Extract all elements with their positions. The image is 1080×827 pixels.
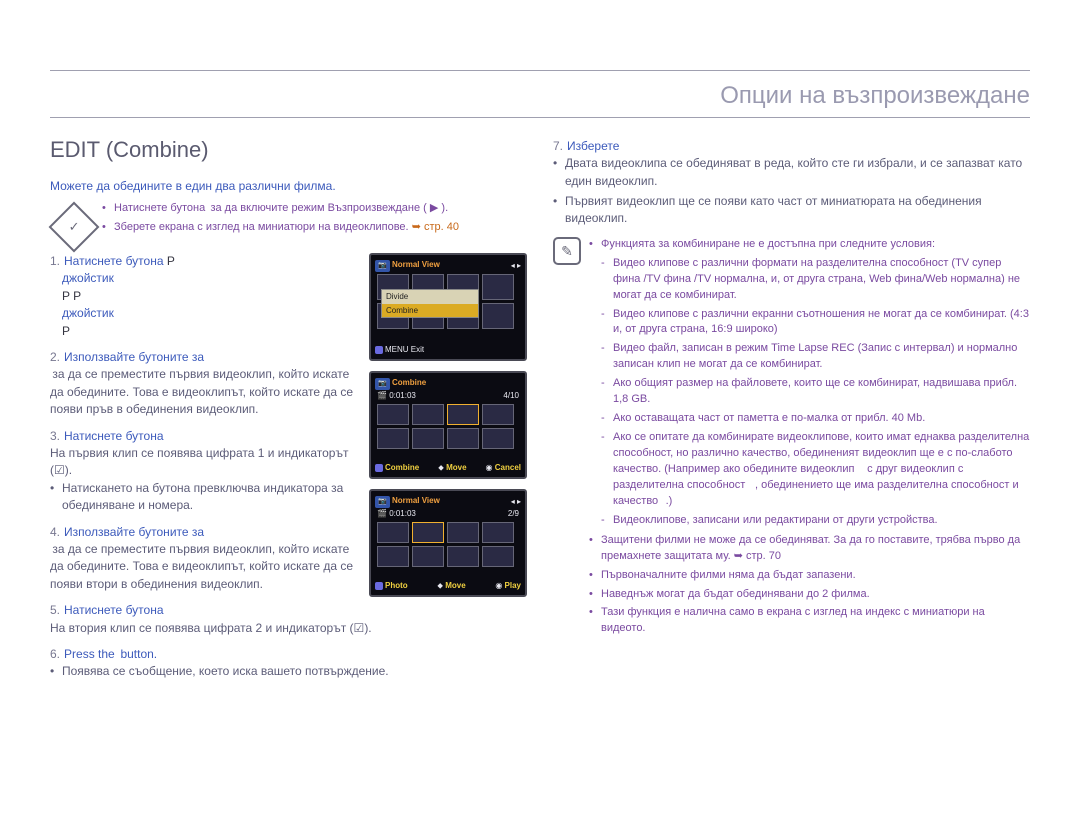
step-5: 5.Натиснете бутона На втория клип се поя…	[50, 602, 527, 637]
section-title: Опции на възпроизвеждане	[720, 79, 1030, 114]
note-bullet: Защитени филми не може да се обединяват.…	[589, 533, 1030, 565]
screenshot-combine-grid: 📷 Combine 🎬 0:01:03 4/10 Combine	[369, 371, 527, 479]
note-bullet: Тази функция е налична само в екрана с и…	[589, 605, 1030, 637]
step-6-bullet: Появява се съобщение, което иска вашето …	[50, 663, 527, 680]
step-3-bullet: Натискането на бутона превключва индикат…	[50, 480, 527, 515]
pre-bullet: Зберете екрана с изглед на миниатюри на …	[102, 220, 527, 236]
check-icon: ✓	[49, 202, 100, 253]
note-dash: Видеоклипове, записани или редактирани о…	[601, 513, 1030, 529]
page-title: EDIT (Combine)	[50, 134, 527, 166]
step-7-bullet: Първият видеоклип ще се появи като част …	[553, 193, 1030, 228]
note-bullet: Наведнъж могат да бъдат обединявани до 2…	[589, 587, 1030, 603]
note-intro: Функцията за комбиниране не е достъпна п…	[589, 237, 1030, 253]
screenshot-normal-view-menu: 📷 Normal View ◂ ▸ Divide Combine MENU Ex…	[369, 253, 527, 361]
menu-item-combine: Combine	[382, 304, 478, 318]
step-7: 7.Изберете Двата видеоклипа се обединява…	[553, 138, 1030, 228]
pre-bullet: Натиснете бутона за да включите режим Въ…	[102, 201, 527, 217]
note-icon: ✎	[553, 237, 581, 265]
note-dash: Видео клипове с различни формати на разд…	[601, 256, 1030, 304]
note-dash: Ако оставащата част от паметта е по-малк…	[601, 411, 1030, 427]
subtitle: Можете да обедините в един два различни …	[50, 178, 527, 195]
page-ref: ➥ стр. 40	[412, 221, 459, 233]
step-7-bullet: Двата видеоклипа се обединяват в реда, к…	[553, 155, 1030, 190]
note-dash: Ако се опитате да комбинирате видеоклипо…	[601, 430, 1030, 510]
note-bullet: Първоначалните филми няма да бъдат запаз…	[589, 568, 1030, 584]
note-dash: Видео клипове с различни екранни съотнош…	[601, 307, 1030, 339]
menu-item-divide: Divide	[382, 290, 478, 304]
step-6: 6.Press the button. Появява се съобщение…	[50, 646, 527, 681]
note-dash: Видео файл, записан в режим Time Lapse R…	[601, 341, 1030, 373]
note-dash: Ако общият размер на файловете, които ще…	[601, 376, 1030, 408]
pre-bullet-text: Зберете екрана с изглед на миниатюри на …	[114, 221, 409, 233]
